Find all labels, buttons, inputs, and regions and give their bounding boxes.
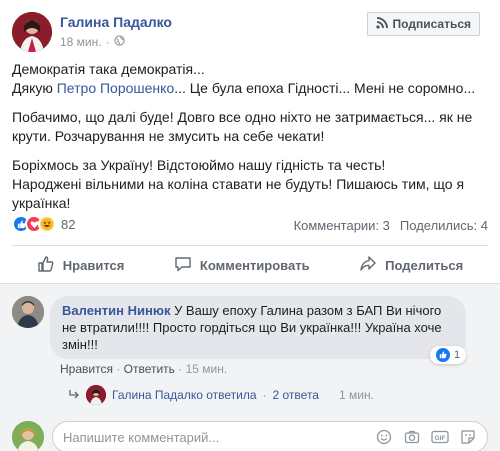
thumbs-up-icon	[37, 255, 55, 276]
comment-input[interactable]: Напишите комментарий... GIF	[52, 421, 488, 451]
composer-icons: GIF	[375, 428, 477, 446]
author-avatar[interactable]	[12, 12, 52, 52]
share-button[interactable]: Поделиться	[359, 255, 463, 276]
emoji-icon[interactable]	[375, 428, 393, 446]
like-button[interactable]: Нравится	[37, 255, 125, 276]
dot-separator: ·	[262, 388, 267, 402]
reply-summary[interactable]: Галина Падалко ответила · 2 ответа 1 мин…	[68, 385, 374, 405]
mention-link[interactable]: Петро Порошенко	[57, 80, 175, 96]
comments-count[interactable]: Комментарии: 3	[294, 218, 390, 233]
current-user-avatar	[12, 421, 44, 451]
post-text: Демократія така демократія... Дякую Петр…	[12, 60, 490, 223]
comment-meta: Нравится · Ответить · 15 мин.	[60, 362, 227, 376]
post-header: Галина Падалко 18 мин. · Подписаться	[12, 12, 488, 52]
post-stats: 82 Комментарии: 3 Поделились: 4	[12, 212, 488, 236]
reactions-summary[interactable]: 82	[12, 215, 75, 233]
post-time[interactable]: 18 мин.	[60, 35, 102, 49]
post-para3-line-2: Народжені вільними на коліна ставати не …	[12, 176, 465, 211]
comment-label: Комментировать	[199, 257, 310, 273]
reply-time: 1 мин.	[338, 388, 374, 402]
dot-separator: ·	[116, 362, 124, 376]
comment-reply-link[interactable]: Ответить	[124, 362, 175, 376]
author-name[interactable]: Галина Падалко	[60, 14, 172, 30]
post-meta: 18 мин. ·	[60, 35, 125, 49]
reaction-count: 82	[61, 216, 76, 232]
reply-author-avatar	[86, 385, 106, 405]
like-reaction-icon	[436, 348, 450, 362]
svg-text:GIF: GIF	[435, 435, 446, 442]
reply-count[interactable]: 2 ответа	[273, 388, 319, 402]
post-paragraph-1: Демократія така демократія... Дякую Петр…	[12, 60, 490, 98]
post-paragraph-2: Побачимо, що далі буде! Довго все одно н…	[12, 109, 473, 144]
rss-icon	[375, 16, 388, 32]
camera-icon[interactable]	[403, 428, 421, 446]
post-line-2-pre: Дякую	[12, 80, 57, 96]
comments-section: Валентин Нинюк У Вашу епоху Галина разом…	[0, 283, 500, 451]
sticker-icon[interactable]	[459, 428, 477, 446]
comment-like-count: 1	[454, 349, 461, 361]
comment-like-link[interactable]: Нравится	[60, 362, 113, 376]
post-line-1: Демократія така демократія...	[12, 61, 205, 77]
comment-input-placeholder: Напишите комментарий...	[63, 429, 220, 445]
speech-bubble-icon	[174, 255, 192, 276]
post-para3-line-1: Боріхмось за Україну! Відстоюймо нашу гі…	[12, 157, 386, 173]
shares-count[interactable]: Поделились: 4	[400, 218, 488, 233]
comment-time[interactable]: 15 мин.	[186, 362, 228, 376]
commenter-name[interactable]: Валентин Нинюк	[62, 303, 170, 318]
share-arrow-icon	[359, 255, 377, 276]
commenter-avatar[interactable]	[12, 296, 44, 328]
subscribe-label: Подписаться	[392, 17, 471, 31]
haha-reaction-icon	[38, 215, 56, 233]
globe-icon[interactable]	[113, 35, 125, 49]
dot-separator: ·	[178, 362, 186, 376]
divider-top	[12, 245, 488, 246]
reply-arrow-icon	[68, 388, 80, 403]
gif-icon[interactable]: GIF	[431, 428, 449, 446]
like-label: Нравится	[62, 257, 125, 273]
share-label: Поделиться	[385, 257, 464, 273]
dot-separator: ·	[105, 35, 110, 49]
comment-button[interactable]: Комментировать	[174, 255, 310, 276]
post-line-2-post: ... Це була епоха Гідності... Мені не со…	[174, 80, 476, 96]
comment-reaction-badge[interactable]: 1	[430, 346, 467, 364]
post-actions: Нравится Комментировать Поделиться	[12, 248, 488, 282]
reply-author-text[interactable]: Галина Падалко ответила	[112, 388, 257, 402]
stats-right: Комментарии: 3 Поделились: 4	[294, 218, 488, 233]
subscribe-button[interactable]: Подписаться	[366, 12, 480, 36]
post-paragraph-3: Боріхмось за Україну! Відстоюймо нашу гі…	[12, 156, 490, 213]
comment-bubble: Валентин Нинюк У Вашу епоху Галина разом…	[50, 296, 466, 359]
